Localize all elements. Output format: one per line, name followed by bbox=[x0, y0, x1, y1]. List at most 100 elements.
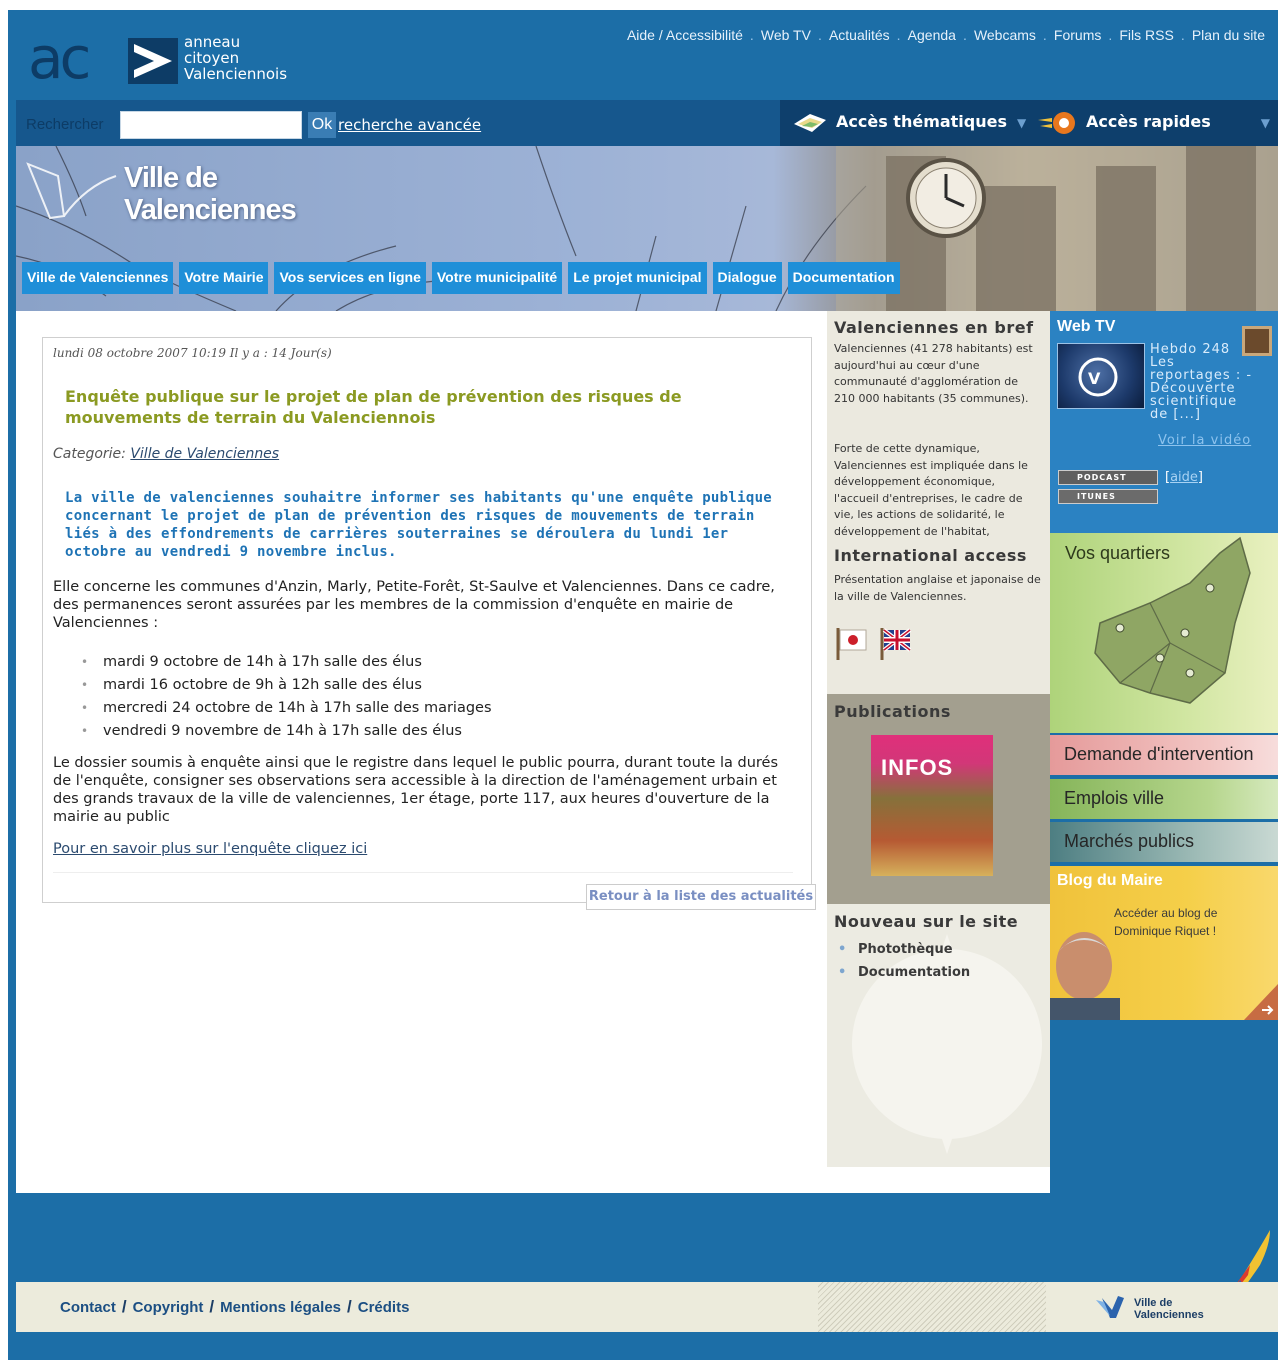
webtv-title: Web TV bbox=[1057, 318, 1116, 335]
toplink-agenda[interactable]: Agenda bbox=[897, 27, 965, 43]
access-bar: Accès thématiques ▼ Accès rapides ▼ bbox=[780, 100, 1278, 146]
mayor-blog-title: Blog du Maire bbox=[1057, 872, 1163, 889]
bref-title: Valenciennes en bref bbox=[834, 318, 1034, 337]
thematic-access-icon bbox=[794, 114, 826, 132]
chevron-down-icon: ▼ bbox=[1260, 116, 1270, 130]
search-ok-button[interactable]: Ok bbox=[308, 112, 336, 138]
intervention-request-button[interactable]: Demande d'intervention bbox=[1050, 735, 1278, 775]
toplink-actualites[interactable]: Actualités bbox=[818, 27, 899, 43]
list-item: mardi 16 octobre de 9h à 12h salle des é… bbox=[81, 674, 492, 697]
article-body-1: Elle concerne les communes d'Anzin, Marl… bbox=[53, 579, 775, 631]
international-title: International access bbox=[834, 546, 1027, 565]
content-bottom bbox=[16, 1167, 1050, 1193]
advanced-search-link[interactable]: recherche avancée bbox=[338, 116, 481, 134]
footer-logo-text: Ville de Valenciennes bbox=[1134, 1297, 1204, 1321]
podcast-help: [aide] bbox=[1165, 470, 1203, 485]
article-body-2: Le dossier soumis à enquête ainsi que le… bbox=[53, 755, 779, 825]
logo-letters: ac bbox=[28, 24, 91, 92]
bref-text-2: Forte de cette dynamique, Valenciennes e… bbox=[834, 442, 1028, 538]
toplink-webcams[interactable]: Webcams bbox=[963, 27, 1045, 43]
page: ac anneau citoyen Valenciennois Aide / A… bbox=[0, 0, 1278, 1360]
webtv-description: Hebdo 248 Les reportages : - Découverte … bbox=[1150, 342, 1253, 422]
bref-text-1: Valenciennes (41 278 habitants) est aujo… bbox=[834, 342, 1033, 405]
footer-link-contact[interactable]: Contact bbox=[60, 1299, 116, 1316]
article-category: Categorie: Ville de Valenciennes bbox=[53, 446, 279, 462]
footer-link-credits[interactable]: Crédits bbox=[358, 1299, 410, 1316]
list-item: vendredi 9 novembre de 14h à 17h salle d… bbox=[81, 720, 492, 743]
arrow-right-icon[interactable] bbox=[1244, 984, 1278, 1020]
footer-logo-line-1: Ville de bbox=[1134, 1297, 1173, 1309]
quick-access-label: Accès rapides bbox=[1086, 112, 1211, 131]
article: lundi 08 octobre 2007 10:19 Il y a : 14 … bbox=[42, 337, 812, 903]
neighborhoods-title: Vos quartiers bbox=[1065, 543, 1171, 563]
publications-title: Publications bbox=[834, 702, 951, 721]
nav-votre-municipalite[interactable]: Votre municipalité bbox=[431, 262, 563, 294]
watch-video-link[interactable]: Voir la vidéo bbox=[1158, 433, 1251, 448]
new-item-phototheque[interactable]: Photothèque bbox=[836, 938, 970, 961]
search-bar: Rechercher Ok recherche avancée bbox=[16, 100, 780, 146]
itunes-badge[interactable]: ITUNES bbox=[1058, 489, 1158, 504]
publication-cover[interactable]: INFOS bbox=[871, 735, 993, 876]
nav-documentation[interactable]: Documentation bbox=[787, 262, 900, 294]
public-tenders-button[interactable]: Marchés publics bbox=[1050, 822, 1278, 862]
article-intro: La ville de valenciennes souhaitre infor… bbox=[65, 490, 773, 560]
mayor-blog-text: Accéder au blog de Dominique Riquet ! bbox=[1114, 906, 1218, 938]
nav-dialogue[interactable]: Dialogue bbox=[712, 262, 782, 294]
quick-access-menu[interactable]: Accès rapides ▼ bbox=[1086, 112, 1270, 131]
international-text: Présentation anglaise et japonaise de la… bbox=[834, 573, 1041, 603]
toplink-webtv[interactable]: Web TV bbox=[750, 27, 820, 43]
banner-title-line-2: Valenciennes bbox=[124, 194, 297, 226]
nav-services-en-ligne[interactable]: Vos services en ligne bbox=[274, 262, 426, 294]
webtv-thumbnail[interactable]: V bbox=[1057, 343, 1145, 409]
logo-arrow-icon bbox=[128, 38, 178, 84]
logo-line-1: anneau bbox=[184, 33, 241, 51]
divider bbox=[53, 872, 793, 873]
podcast-badge[interactable]: PODCAST bbox=[1058, 470, 1158, 485]
category-link[interactable]: Ville de Valenciennes bbox=[130, 446, 279, 462]
uk-flag-icon[interactable] bbox=[880, 626, 912, 662]
logo-text: anneau citoyen Valenciennois bbox=[184, 34, 287, 82]
category-label: Categorie: bbox=[53, 446, 126, 462]
new-on-site-title: Nouveau sur le site bbox=[834, 912, 1019, 931]
banner-title-line-1: Ville de bbox=[124, 162, 218, 194]
new-on-site-list: Photothèque Documentation bbox=[836, 938, 970, 984]
list-item: mardi 9 octobre de 14h à 17h salle des é… bbox=[81, 651, 492, 674]
toplink-plan-du-site[interactable]: Plan du site bbox=[1181, 27, 1274, 43]
banner-title: Ville de Valenciennes bbox=[124, 162, 297, 226]
logo-line-3: Valenciennois bbox=[184, 65, 288, 83]
top-links: Aide / Accessibilité Web TV Actualités A… bbox=[618, 27, 1274, 43]
city-jobs-button[interactable]: Emplois ville bbox=[1050, 779, 1278, 819]
publication-cover-title: INFOS bbox=[881, 755, 954, 780]
video-logo-icon: V bbox=[1078, 357, 1118, 397]
footer-link-copyright[interactable]: Copyright bbox=[133, 1299, 204, 1316]
main-nav: Ville de Valenciennes Votre Mairie Vos s… bbox=[22, 262, 900, 294]
nav-ville-de-valenciennes[interactable]: Ville de Valenciennes bbox=[22, 262, 174, 294]
quick-access-icon bbox=[1038, 112, 1075, 134]
more-info-link[interactable]: Pour en savoir plus sur l'enquête clique… bbox=[53, 841, 367, 857]
toplink-aide[interactable]: Aide / Accessibilité bbox=[618, 27, 752, 43]
search-input[interactable] bbox=[120, 111, 302, 139]
search-label: Rechercher bbox=[26, 116, 104, 133]
toplink-rss[interactable]: Fils RSS bbox=[1108, 27, 1182, 43]
footer-links: Contact / Copyright / Mentions légales / Crédi… bbox=[60, 1297, 410, 1316]
back-to-news-button[interactable]: Retour à la liste des actualités bbox=[586, 884, 816, 910]
article-date: lundi 08 octobre 2007 10:19 Il y a : 14 … bbox=[53, 346, 332, 360]
thematic-access-menu[interactable]: Accès thématiques ▼ bbox=[836, 112, 1026, 131]
chevron-down-icon: ▼ bbox=[1017, 116, 1027, 130]
article-title: Enquête publique sur le projet de plan d… bbox=[65, 387, 682, 427]
japan-flag-icon[interactable] bbox=[836, 626, 868, 662]
footer-hatch-decoration bbox=[818, 1282, 1046, 1332]
footer-link-mentions[interactable]: Mentions légales bbox=[220, 1299, 341, 1316]
logo-line-2: citoyen bbox=[184, 49, 240, 67]
nav-votre-mairie[interactable]: Votre Mairie bbox=[179, 262, 269, 294]
mayor-photo bbox=[1050, 932, 1120, 1020]
svg-text:V: V bbox=[1088, 369, 1101, 388]
new-item-documentation[interactable]: Documentation bbox=[836, 961, 970, 984]
nav-projet-municipal[interactable]: Le projet municipal bbox=[568, 262, 707, 294]
toplink-forums[interactable]: Forums bbox=[1043, 27, 1110, 43]
help-link[interactable]: aide bbox=[1170, 470, 1198, 485]
site-logo[interactable]: ac anneau citoyen Valenciennois bbox=[28, 24, 328, 92]
permanences-list: mardi 9 octobre de 14h à 17h salle des é… bbox=[81, 651, 492, 743]
footer-logo-line-2: Valenciennes bbox=[1134, 1309, 1204, 1321]
thematic-access-label: Accès thématiques bbox=[836, 112, 1008, 131]
